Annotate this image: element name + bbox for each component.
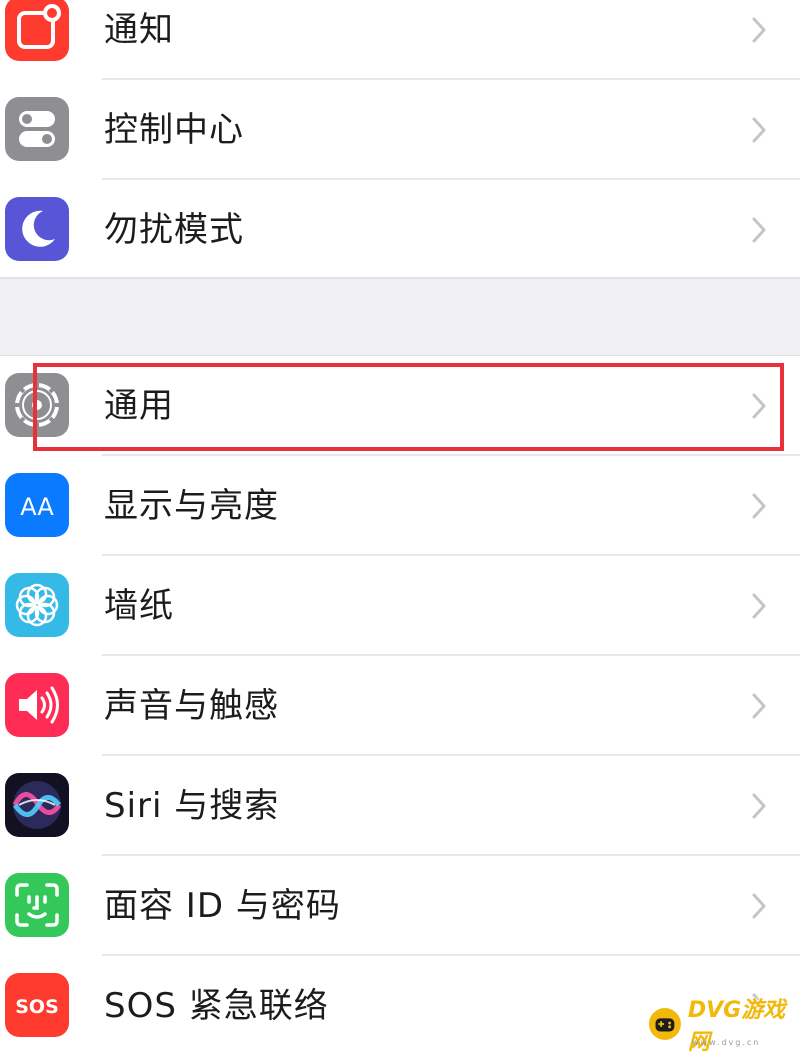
settings-group-2: 通用 AA 显示与亮度 墙纸 声音与触感 Siri 与搜索 面容 ID 与密码 … [0, 356, 800, 1056]
chevron-right-icon [748, 690, 770, 722]
chevron-right-icon [748, 14, 770, 46]
chevron-right-icon [748, 890, 770, 922]
siri-icon [5, 773, 69, 837]
notifications-icon [5, 0, 69, 61]
settings-row-label: 显示与亮度 [104, 486, 279, 526]
settings-row-label: Siri 与搜索 [104, 786, 280, 826]
settings-row-label: 墙纸 [104, 586, 174, 626]
gamepad-logo-icon [648, 1008, 681, 1040]
settings-group-1: 通知 控制中心 勿扰模式 [0, 0, 800, 280]
moon-icon [5, 197, 69, 261]
settings-row-label: 勿扰模式 [104, 210, 244, 250]
face-id-icon [5, 873, 69, 937]
settings-row-display-brightness[interactable]: AA 显示与亮度 [0, 456, 800, 556]
settings-row-label: 控制中心 [104, 110, 244, 150]
wallpaper-icon [5, 573, 69, 637]
watermark: DVG游戏网 www.dvg.cn [648, 998, 800, 1055]
settings-row-label: 面容 ID 与密码 [104, 886, 341, 926]
settings-row-siri-search[interactable]: Siri 与搜索 [0, 756, 800, 856]
settings-row-sounds-haptics[interactable]: 声音与触感 [0, 656, 800, 756]
chevron-right-icon [748, 790, 770, 822]
display-brightness-icon: AA [5, 473, 69, 537]
display-icon-text: AA [20, 493, 54, 521]
gear-icon [5, 373, 69, 437]
chevron-right-icon [748, 590, 770, 622]
separator-line-top [0, 277, 800, 279]
section-separator [0, 278, 800, 356]
settings-row-do-not-disturb[interactable]: 勿扰模式 [0, 180, 800, 280]
settings-row-label: 通用 [104, 386, 174, 426]
settings-row-notifications[interactable]: 通知 [0, 0, 800, 80]
settings-row-face-id-passcode[interactable]: 面容 ID 与密码 [0, 856, 800, 956]
chevron-right-icon [748, 114, 770, 146]
settings-row-label: 声音与触感 [104, 686, 279, 726]
settings-row-wallpaper[interactable]: 墙纸 [0, 556, 800, 656]
chevron-right-icon [748, 390, 770, 422]
settings-row-label: SOS 紧急联络 [104, 986, 329, 1026]
watermark-subtext: www.dvg.cn [692, 1038, 761, 1047]
settings-row-control-center[interactable]: 控制中心 [0, 80, 800, 180]
control-center-icon [5, 97, 69, 161]
settings-row-general[interactable]: 通用 [0, 356, 800, 456]
sos-icon-text: SOS [15, 996, 59, 1018]
chevron-right-icon [748, 214, 770, 246]
chevron-right-icon [748, 490, 770, 522]
sos-icon: SOS [5, 973, 69, 1037]
settings-row-label: 通知 [104, 10, 174, 50]
sounds-icon [5, 673, 69, 737]
